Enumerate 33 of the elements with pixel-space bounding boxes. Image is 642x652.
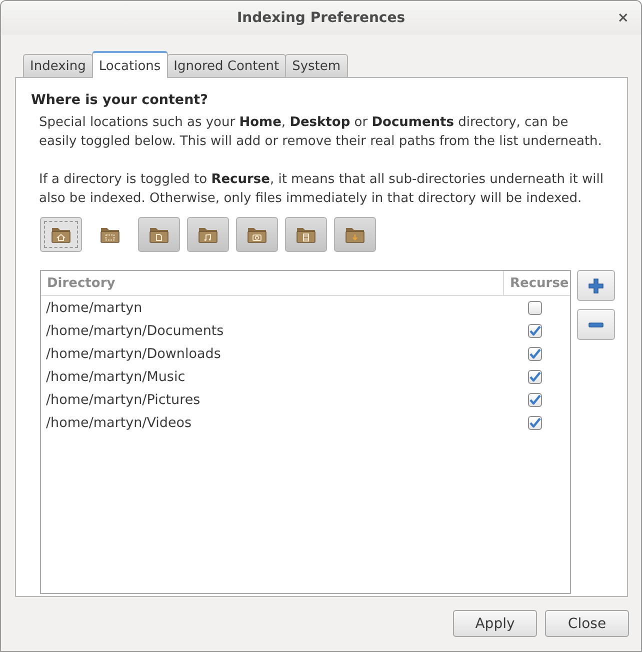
directory-cell-text: /home/martyn (45, 300, 144, 316)
recurse-checkbox[interactable] (528, 416, 542, 430)
location-toggle-button[interactable] (236, 217, 278, 252)
section-heading: Where is your content? (31, 92, 209, 108)
recurse-checkbox[interactable] (528, 324, 542, 338)
recurse-checkbox[interactable] (528, 370, 542, 384)
plus-icon (588, 278, 604, 294)
directory-cell-text: /home/martyn/Pictures (45, 392, 202, 408)
recurse-checkbox[interactable] (528, 300, 542, 314)
tab[interactable]: Ignored Content (166, 54, 286, 77)
location-toggle-button[interactable] (187, 217, 229, 252)
location-toggle-button[interactable] (40, 217, 82, 252)
add-button[interactable] (577, 270, 615, 301)
tab[interactable]: Locations (92, 51, 168, 78)
location-toggle-button[interactable] (285, 217, 327, 252)
location-toggle-button[interactable] (334, 217, 376, 252)
location-toggle-button[interactable] (138, 217, 180, 252)
close-button[interactable]: × (613, 10, 633, 26)
window-title: Indexing Preferences (236, 10, 406, 26)
dialog-button[interactable]: Apply (453, 610, 537, 637)
minus-icon (588, 322, 604, 328)
directory-cell-text: /home/martyn/Music (45, 368, 186, 384)
directory-cell-text: /home/martyn/Documents (45, 322, 225, 338)
description-text: Special locations such as your Home, Desktop or Documents directory, can be easily toggled below. This will add or remove their real paths from the list underneath. (39, 114, 603, 151)
dialog-button[interactable]: Close (545, 610, 629, 637)
remove-button[interactable] (577, 309, 615, 340)
recurse-checkbox[interactable] (528, 346, 542, 360)
tab[interactable]: Indexing (23, 54, 93, 77)
directory-cell-text: /home/martyn/Videos (45, 414, 193, 430)
description-text: If a directory is toggled to Recurse, it means that all sub-directories underneath it will also be indexed. Otherwise, only files immediately in that directory will be indexed. (39, 171, 604, 208)
directory-cell-text: /home/martyn/Downloads (45, 346, 222, 362)
recurse-checkbox[interactable] (528, 392, 542, 406)
tab[interactable]: System (285, 54, 348, 77)
